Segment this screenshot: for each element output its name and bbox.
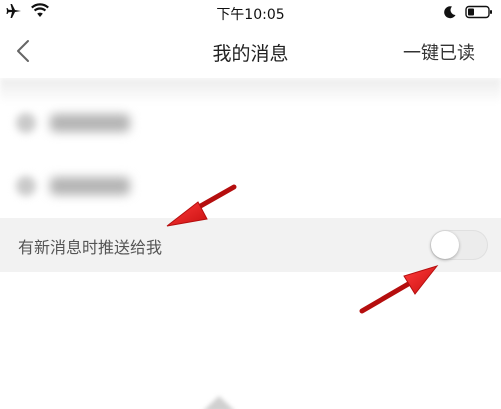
push-setting-label: 有新消息时推送给我 bbox=[18, 238, 163, 257]
battery-icon bbox=[465, 4, 493, 23]
moon-icon bbox=[443, 4, 457, 23]
list-item-text bbox=[50, 114, 130, 132]
list-item[interactable] bbox=[0, 166, 501, 206]
mark-all-read-button[interactable]: 一键已读 bbox=[403, 39, 475, 65]
chevron-up-icon bbox=[196, 384, 242, 409]
nav-bar: 我的消息 一键已读 bbox=[0, 26, 501, 78]
list-item-icon bbox=[16, 176, 36, 196]
arrow-to-toggle bbox=[359, 265, 439, 314]
my-messages-screen: 下午10:05 我的消息 一键已读 有新消息时推送给我 bbox=[0, 0, 501, 409]
list-item-icon bbox=[16, 113, 36, 133]
nav-shadow bbox=[0, 78, 501, 104]
status-right bbox=[443, 4, 493, 23]
message-list bbox=[0, 78, 501, 218]
push-setting-row: 有新消息时推送给我 bbox=[0, 218, 501, 272]
status-time: 下午10:05 bbox=[216, 7, 285, 23]
status-bar: 下午10:05 bbox=[0, 0, 501, 26]
toggle-knob bbox=[431, 231, 459, 259]
push-toggle[interactable] bbox=[430, 230, 488, 260]
list-item-text bbox=[50, 177, 130, 195]
list-item[interactable] bbox=[0, 103, 501, 143]
